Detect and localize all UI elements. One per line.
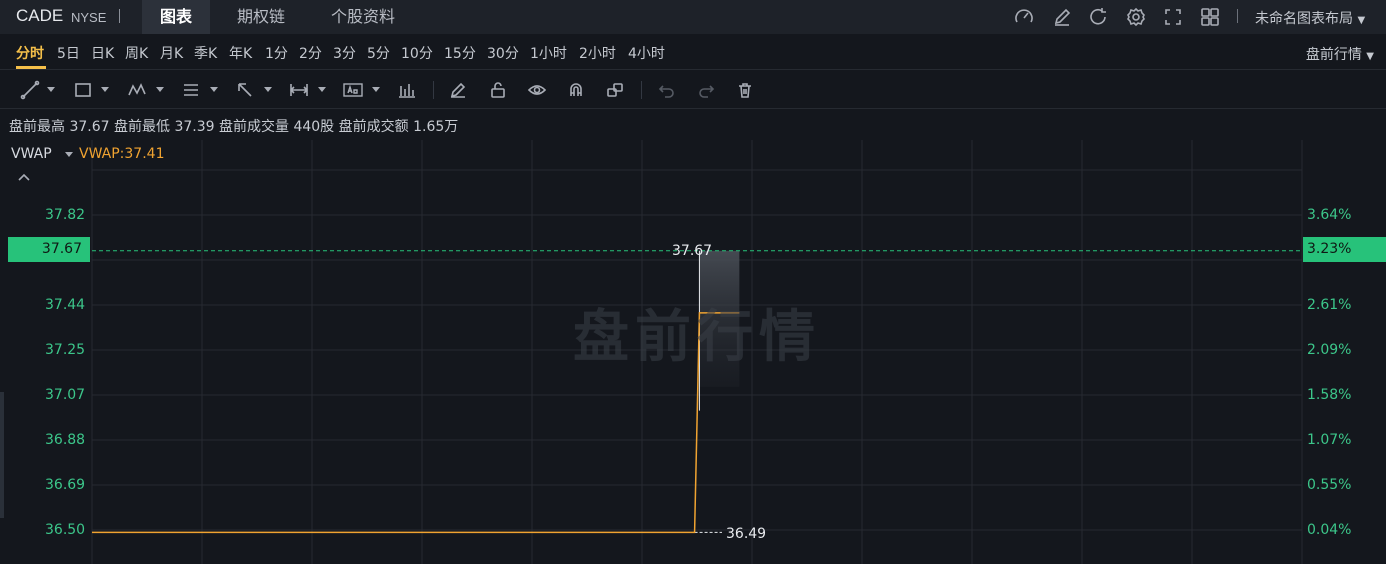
stat-low-label: 盘前最低 — [114, 119, 170, 135]
low-marker-label: 36.49 — [726, 526, 767, 542]
chevron-down-icon: ▼ — [1366, 51, 1374, 62]
fullscreen-icon[interactable] — [1162, 6, 1184, 28]
stat-volume-value: 440股 — [293, 119, 335, 135]
interval-item[interactable]: 周K — [125, 43, 148, 63]
stat-turnover-value: 1.65万 — [413, 119, 459, 135]
divider — [641, 81, 642, 99]
indicator-name[interactable]: VWAP — [11, 146, 52, 162]
trash-icon[interactable] — [735, 80, 755, 100]
y-tick-price: 37.25 — [45, 342, 86, 358]
y-tick-price: 37.82 — [45, 207, 86, 223]
lock-icon[interactable] — [488, 80, 508, 100]
chevron-down-icon[interactable] — [65, 152, 73, 157]
top-bar: CADE NYSE 图表 期权链 个股资料 未命名图表布局 ▼ — [0, 0, 1386, 34]
refresh-icon[interactable] — [1087, 6, 1109, 28]
y-tick-percent: 3.64% — [1307, 207, 1352, 223]
gauge-icon[interactable] — [1013, 6, 1035, 28]
divider — [433, 81, 434, 99]
bar-chart-icon[interactable] — [397, 80, 417, 100]
y-tick-price: 36.50 — [45, 522, 86, 538]
interval-bar: 分时 5日 日K 周K 月K 季K 年K 1分 2分 3分 5分 10分 15分… — [0, 34, 1386, 70]
arrow-icon[interactable] — [235, 80, 255, 100]
interval-item[interactable]: 2分 — [299, 43, 322, 63]
edit-icon[interactable] — [1051, 6, 1073, 28]
interval-item[interactable]: 15分 — [444, 43, 476, 63]
settings-icon[interactable] — [1125, 6, 1147, 28]
interval-item[interactable]: 30分 — [487, 43, 519, 63]
y-tick-price: 37.07 — [45, 387, 86, 403]
chevron-down-icon[interactable] — [264, 87, 272, 92]
y-tick-percent: 2.61% — [1307, 297, 1352, 313]
interval-item[interactable]: 月K — [160, 43, 183, 63]
session-dropdown[interactable]: 盘前行情 ▼ — [1306, 44, 1374, 64]
indicator-value: VWAP:37.41 — [79, 146, 165, 162]
ticker-symbol[interactable]: CADE — [16, 6, 63, 26]
chevron-down-icon[interactable] — [156, 87, 164, 92]
stat-low-value: 37.39 — [174, 119, 215, 135]
interval-item[interactable]: 2小时 — [579, 43, 616, 63]
interval-item[interactable]: 年K — [229, 43, 252, 63]
interval-item[interactable]: 季K — [194, 43, 217, 63]
y-tick-price: 36.88 — [45, 432, 86, 448]
chevron-down-icon: ▼ — [1357, 15, 1366, 26]
current-percent-tag: 3.23% — [1303, 237, 1386, 262]
grid-layout-icon[interactable] — [1199, 6, 1221, 28]
y-tick-percent: 0.04% — [1307, 522, 1352, 538]
chevron-down-icon[interactable] — [101, 87, 109, 92]
tab-chart[interactable]: 图表 — [142, 0, 211, 34]
stat-turnover-label: 盘前成交额 — [338, 119, 409, 135]
fibonacci-icon[interactable] — [181, 80, 201, 100]
stat-high-label: 盘前最高 — [9, 119, 65, 135]
chevron-down-icon[interactable] — [47, 87, 55, 92]
pattern-icon[interactable] — [127, 80, 147, 100]
y-tick-percent: 1.07% — [1307, 432, 1352, 448]
magnet-icon[interactable] — [566, 80, 586, 100]
interval-item[interactable]: 1小时 — [530, 43, 567, 63]
undo-icon[interactable] — [657, 80, 677, 100]
y-tick-percent: 1.58% — [1307, 387, 1352, 403]
layout-name-dropdown[interactable]: 未命名图表布局 ▼ — [1255, 8, 1365, 28]
chevron-up-icon[interactable] — [16, 170, 32, 186]
text-annotation-icon[interactable] — [343, 80, 363, 100]
drawing-toolbar — [0, 71, 1386, 109]
tab-options-chain[interactable]: 期权链 — [219, 0, 303, 34]
chevron-down-icon[interactable] — [210, 87, 218, 92]
premarket-stats: 盘前最高 37.67 盘前最低 37.39 盘前成交量 440股 盘前成交额 1… — [9, 116, 458, 136]
trend-line-icon[interactable] — [20, 80, 40, 100]
chevron-down-icon[interactable] — [318, 87, 326, 92]
redo-icon[interactable] — [696, 80, 716, 100]
y-tick-price: 36.69 — [45, 477, 86, 493]
interval-item[interactable]: 10分 — [401, 43, 433, 63]
rectangle-icon[interactable] — [73, 80, 93, 100]
session-label: 盘前行情 — [1305, 47, 1362, 63]
interval-item[interactable]: 4小时 — [628, 43, 665, 63]
interval-item[interactable]: 日K — [91, 43, 114, 63]
high-marker-label: 37.67 — [672, 243, 713, 259]
divider — [1237, 9, 1238, 23]
y-tick-percent: 2.09% — [1307, 342, 1352, 358]
eye-icon[interactable] — [527, 80, 547, 100]
interval-item[interactable]: 分时 — [16, 43, 44, 63]
link-icon[interactable] — [605, 80, 625, 100]
tab-profile[interactable]: 个股资料 — [313, 0, 413, 34]
interval-item[interactable]: 1分 — [265, 43, 288, 63]
current-price-tag: 37.67 — [8, 237, 90, 262]
layout-name-label: 未命名图表布局 — [1255, 11, 1353, 27]
exchange-label: NYSE — [71, 10, 107, 25]
stat-volume-label: 盘前成交量 — [219, 119, 289, 135]
interval-item[interactable]: 5日 — [57, 43, 80, 63]
stat-high-value: 37.67 — [69, 119, 110, 135]
measure-icon[interactable] — [289, 80, 309, 100]
interval-item[interactable]: 3分 — [333, 43, 356, 63]
interval-item[interactable]: 5分 — [367, 43, 390, 63]
watermark-label: 盘前行情 — [573, 305, 821, 370]
divider — [119, 9, 120, 23]
side-panel-handle[interactable] — [0, 392, 4, 518]
y-tick-percent: 0.55% — [1307, 477, 1352, 493]
y-tick-price: 37.44 — [45, 297, 86, 313]
brush-icon[interactable] — [448, 80, 468, 100]
chevron-down-icon[interactable] — [372, 87, 380, 92]
active-interval-indicator — [16, 66, 46, 69]
